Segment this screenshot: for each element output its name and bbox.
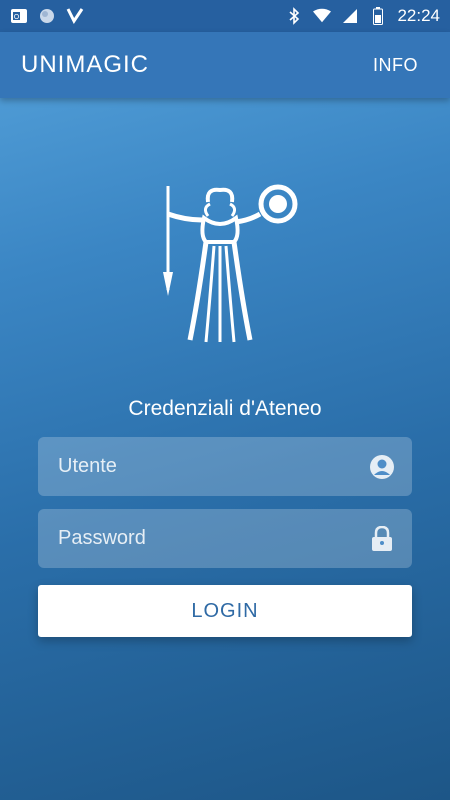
- app-title: UNIMAGIC: [21, 51, 149, 78]
- username-input[interactable]: [56, 454, 368, 479]
- lock-icon: [368, 525, 396, 553]
- wifi-icon: [313, 7, 332, 25]
- svg-text:O: O: [14, 13, 20, 21]
- app-bar: UNIMAGIC INFO: [0, 32, 450, 98]
- outlook-icon: O: [10, 7, 28, 25]
- check-app-icon: [66, 7, 84, 25]
- password-input[interactable]: [56, 526, 368, 551]
- status-time: 22:24: [397, 6, 440, 25]
- bluetooth-icon: [285, 7, 303, 25]
- user-icon: [368, 453, 396, 481]
- battery-icon: [369, 7, 387, 25]
- status-right-icons: 22:24: [285, 6, 440, 26]
- username-field[interactable]: [38, 437, 412, 496]
- status-left-icons: O: [10, 7, 84, 25]
- university-logo: [163, 184, 298, 343]
- password-field[interactable]: [38, 509, 412, 568]
- status-bar: O 22:24: [0, 0, 450, 32]
- blob-icon: [38, 7, 56, 25]
- credentials-title: Credenziali d'Ateneo: [128, 397, 322, 420]
- info-button[interactable]: INFO: [362, 49, 429, 82]
- signal-icon: [341, 7, 359, 25]
- login-button[interactable]: LOGIN: [38, 585, 412, 637]
